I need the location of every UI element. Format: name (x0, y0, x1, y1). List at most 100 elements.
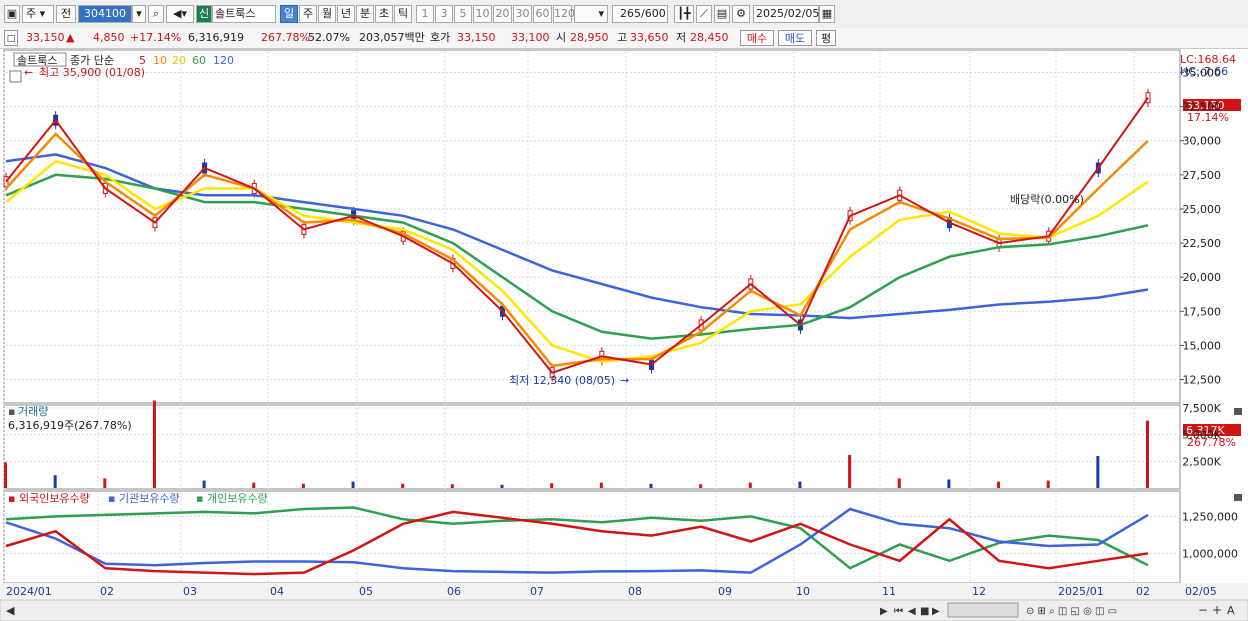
dividend-annotation: 배당락(0.00%) (1010, 193, 1084, 206)
code-dropdown-icon[interactable]: ▾ (132, 5, 146, 23)
search-icon[interactable]: ⌕ (148, 5, 164, 23)
volume-bar (649, 483, 653, 488)
volume-bar (301, 483, 305, 488)
period-week[interactable]: 주 (299, 5, 317, 23)
volume-tick-label: 7,500K (1182, 402, 1221, 415)
buy-button[interactable]: 매수 (740, 30, 774, 46)
speaker-icon[interactable]: ◀▾ (166, 5, 194, 23)
high-price: 33,650 (630, 31, 669, 44)
period-tick[interactable]: 틱 (394, 5, 412, 23)
interval-60[interactable]: 60 (533, 5, 552, 23)
next-icon[interactable]: ▶ (932, 606, 940, 617)
volume-bar (1146, 420, 1149, 488)
volume-bar (401, 483, 405, 488)
zoom-out-icon[interactable]: − (1198, 603, 1208, 617)
high-note-arrow-icon: ← (24, 66, 33, 79)
volume-readout: 6,316,919주(267.78%) (8, 419, 132, 432)
volume-bar (848, 454, 852, 488)
interval-30[interactable]: 30 (513, 5, 532, 23)
individual-legend: ▪ 개인보유수량 (196, 492, 268, 505)
x-tick-label: 03 (183, 585, 197, 598)
volume-tick-label: 2,500K (1182, 455, 1221, 468)
auto-scale-icon[interactable]: A (1227, 604, 1235, 617)
interval-20[interactable]: 20 (493, 5, 512, 23)
volume-bar (599, 482, 603, 488)
eval-button[interactable]: 평 (816, 30, 836, 46)
legend-ma60: 60 (192, 54, 206, 67)
date-field[interactable]: 2025/02/05 (753, 5, 819, 23)
volume-title: 거래량 (18, 405, 48, 418)
count-current: 265 (620, 7, 641, 20)
holdings-tick-label: 1,250,000 (1182, 510, 1238, 523)
period-year[interactable]: 년 (337, 5, 355, 23)
volume-bar (1046, 480, 1050, 488)
prev-button[interactable]: 전 (56, 5, 76, 23)
price-tick-label: 22,500 (1183, 237, 1222, 250)
volume-bar (252, 482, 256, 488)
x-tick-label: 02/05 (1185, 585, 1217, 598)
x-tick-label: 04 (270, 585, 284, 598)
calendar-icon[interactable]: ▦ (819, 5, 835, 23)
interval-10[interactable]: 10 (473, 5, 492, 23)
volume-value: 6,316,919 (188, 31, 244, 44)
institution-legend: ▪ 기관보유수량 (108, 492, 180, 505)
window-icon[interactable]: ▣ (4, 5, 20, 23)
stop-icon[interactable]: ■ (920, 606, 929, 617)
volume-panel-close-icon[interactable] (1234, 408, 1242, 415)
period-day[interactable]: 일 (280, 5, 298, 23)
price-tick-label: 25,000 (1183, 203, 1222, 216)
interval-3[interactable]: 3 (435, 5, 453, 23)
volume-bar (53, 475, 57, 488)
price-change: 4,850 (93, 31, 125, 44)
x-tick-label: 08 (628, 585, 642, 598)
x-tick-label: 07 (530, 585, 544, 598)
custom-interval-dropdown[interactable]: ▾ (574, 5, 608, 23)
stock-name-field[interactable]: 솔트룩스 (212, 5, 276, 23)
zoom-in-icon[interactable]: + (1212, 603, 1222, 617)
period-month[interactable]: 월 (318, 5, 336, 23)
x-tick-label: 12 (972, 585, 986, 598)
chevron-down-icon: ▾ (598, 7, 604, 20)
candle-type-icon[interactable]: ┃╋ (674, 5, 694, 23)
save-icon[interactable]: ▤ (714, 5, 730, 23)
low-note-arrow-icon: → (620, 374, 629, 387)
x-tick-label: 02 (100, 585, 114, 598)
settings-icon[interactable]: ⚙ (732, 5, 750, 23)
x-tick-label: 09 (718, 585, 732, 598)
period-second[interactable]: 초 (375, 5, 393, 23)
data-table-icon[interactable] (9, 70, 22, 83)
scroll-left-icon[interactable]: ◀ (6, 604, 15, 617)
volume-bar (947, 479, 951, 488)
scroll-right-icon[interactable]: ▶ (880, 606, 888, 617)
volume-bar (351, 481, 355, 488)
sell-button[interactable]: 매도 (778, 30, 812, 46)
low-price: 28,450 (690, 31, 729, 44)
first-icon[interactable]: ⏮ (894, 606, 903, 617)
legend-ma10: 10 (153, 54, 167, 67)
scroll-thumb[interactable] (947, 602, 1019, 618)
price-tick-label: 17,500 (1183, 305, 1222, 318)
count-field[interactable]: 265/600 (612, 5, 668, 23)
prev-icon[interactable]: ◀ (908, 606, 916, 617)
draw-tool-icon[interactable]: ⟋ (696, 5, 712, 23)
volume-tick-label: 5,000K (1182, 429, 1221, 442)
volume-bar (103, 478, 107, 488)
price-panel (3, 49, 1181, 404)
up-arrow-icon: ▲ (66, 31, 75, 44)
interval-5[interactable]: 5 (454, 5, 472, 23)
holdings-panel-close-icon[interactable] (1234, 494, 1242, 501)
turnover-ratio: 52.07% (308, 31, 350, 44)
interval-120[interactable]: 120 (553, 5, 575, 23)
info-bar: □ 33,150 ▲ 4,850 +17.14% 6,316,919 267.7… (0, 28, 1248, 49)
low-note: 최저 12,340 (08/05) (509, 374, 615, 387)
price-tick-label: 32,500 (1183, 101, 1222, 114)
volume-bar (4, 462, 7, 488)
price-tick-label: 35,000 (1183, 66, 1222, 79)
period-minute[interactable]: 분 (356, 5, 374, 23)
interval-1[interactable]: 1 (416, 5, 434, 23)
price-tick-label: 30,000 (1183, 135, 1222, 148)
market-select[interactable]: 주 ▾ (22, 5, 54, 23)
info-toggle-icon[interactable]: □ (4, 30, 18, 46)
stock-code-input[interactable]: 304100 (78, 5, 132, 23)
tool-icons[interactable]: ⊙ ⊞ ⌕ ◫ ◱ ◎ ◫ ▭ (1026, 606, 1117, 617)
